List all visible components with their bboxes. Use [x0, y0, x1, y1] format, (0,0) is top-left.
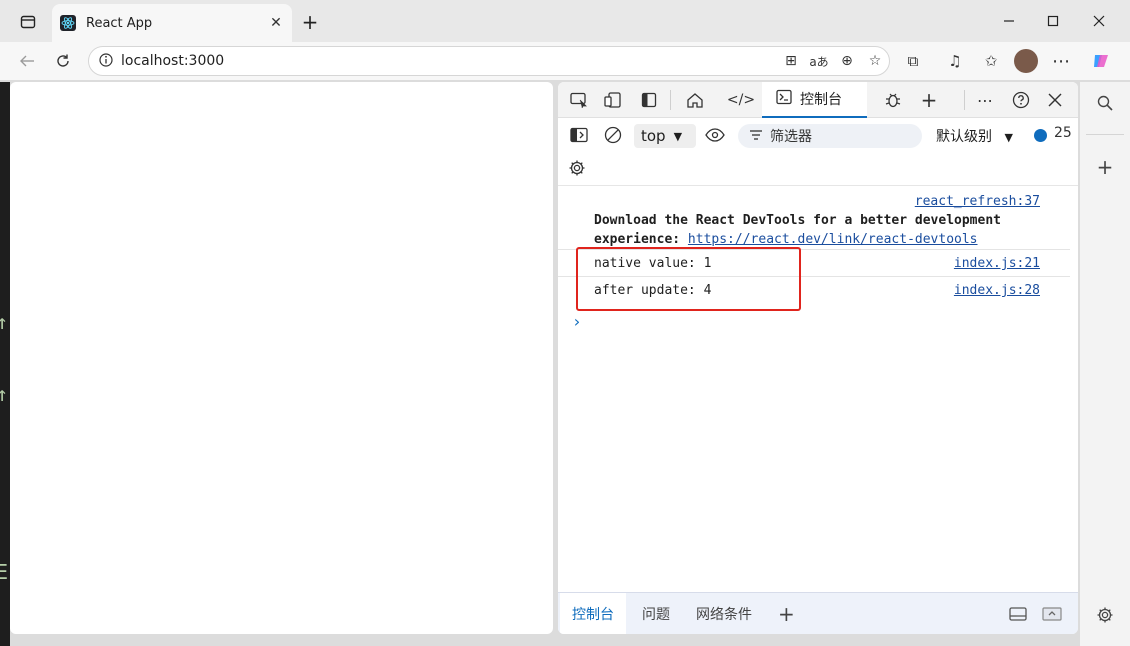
add-sidebar-app-plus-icon[interactable]: + — [1090, 152, 1120, 182]
context-selector[interactable]: top ▼ — [634, 124, 696, 148]
more-tools-plus-icon[interactable]: + — [914, 86, 944, 114]
app-available-icon[interactable]: ⊞ — [777, 53, 805, 69]
browser-tab[interactable]: React App ✕ — [52, 4, 292, 42]
filter-placeholder: 筛选器 — [770, 129, 812, 145]
maximize-icon[interactable] — [1040, 9, 1066, 33]
welcome-home-icon[interactable] — [680, 86, 710, 114]
new-tab-plus-icon[interactable]: + — [298, 9, 322, 35]
dock-drawer-icon[interactable] — [1008, 593, 1028, 634]
drawer-tab-console[interactable]: 控制台 — [560, 593, 626, 634]
back-arrow-icon[interactable] — [12, 46, 42, 76]
chevron-down-icon: ▼ — [673, 129, 683, 143]
console-terminal-icon — [776, 89, 792, 109]
annotation-highlight-box — [576, 247, 801, 311]
live-expression-eye-icon[interactable] — [700, 121, 730, 149]
read-aloud-icon[interactable]: aあ — [805, 53, 833, 70]
sidebar-settings-gear-icon[interactable] — [1090, 600, 1120, 630]
navigation-bar: localhost:3000 ⊞ aあ ⊕ ☆ ⧉ ♫ ✩ ⋯ — [0, 42, 1130, 80]
minimize-icon[interactable] — [996, 9, 1022, 33]
console-settings-gear-icon[interactable] — [562, 154, 592, 182]
devtools-panel: </> 控制台 + ⋯ top ▼ 筛选器 默认级别 ▼ 25 react_re… — [558, 82, 1078, 634]
browser-essentials-icon[interactable]: ♫ — [940, 46, 970, 76]
tab-actions-icon[interactable] — [14, 10, 42, 34]
title-bar: React App ✕ + — [0, 0, 1130, 42]
clear-console-icon[interactable] — [598, 121, 628, 149]
inspect-element-icon[interactable] — [564, 86, 594, 114]
elements-code-icon[interactable]: </> — [726, 86, 756, 114]
devtools-drawer: 控制台 问题 网络条件 + — [558, 592, 1078, 634]
message-source-link[interactable]: index.js:28 — [954, 283, 1040, 298]
console-tab-label: 控制台 — [800, 92, 842, 108]
devtools-more-icon[interactable]: ⋯ — [970, 86, 1000, 114]
divider — [1086, 134, 1124, 135]
filter-icon — [750, 128, 762, 144]
issues-count[interactable]: 25 — [1054, 125, 1072, 141]
copilot-icon[interactable] — [1086, 46, 1116, 76]
browser-window: React App ✕ + localhost:3000 ⊞ aあ ⊕ ☆ ⧉ … — [0, 0, 1130, 646]
message-source-link[interactable]: index.js:21 — [954, 256, 1040, 271]
close-devtools-icon[interactable] — [1040, 86, 1070, 114]
devtools-tab-bar: </> 控制台 + ⋯ — [558, 82, 1078, 118]
device-emulation-icon[interactable] — [598, 86, 628, 114]
page-viewport[interactable] — [10, 82, 553, 634]
divider — [670, 90, 671, 110]
tab-console[interactable]: 控制台 — [762, 82, 867, 118]
react-devtools-link[interactable]: https://react.dev/link/react-devtools — [688, 232, 978, 247]
favorite-star-icon[interactable]: ☆ — [861, 53, 889, 69]
favorites-icon[interactable]: ✩ — [976, 46, 1006, 76]
console-prompt-chevron-icon[interactable]: › — [572, 312, 582, 331]
message-source-link[interactable]: react_refresh:37 — [915, 194, 1040, 209]
help-icon[interactable] — [1006, 86, 1036, 114]
search-icon[interactable] — [1090, 88, 1120, 118]
profile-avatar[interactable] — [1011, 46, 1041, 76]
log-level-label: 默认级别 — [936, 129, 992, 145]
console-toolbar-secondary — [558, 152, 1078, 186]
reload-icon[interactable] — [48, 46, 78, 76]
site-info-icon[interactable] — [99, 52, 113, 71]
background-window-edge: ↑ ↑ E — [0, 82, 10, 646]
message-text-line2: experience: https://react.dev/link/react… — [594, 232, 978, 247]
context-value: top — [641, 127, 666, 145]
browser-sidebar: + — [1080, 82, 1130, 646]
console-toolbar: top ▼ 筛选器 默认级别 ▼ 25 — [558, 118, 1078, 152]
console-message: react_refresh:37 Download the React DevT… — [558, 192, 1070, 250]
issues-message-icon[interactable] — [1034, 129, 1047, 142]
url-text[interactable]: localhost:3000 — [121, 53, 777, 69]
message-text: Download the React DevTools for a better… — [594, 213, 1001, 228]
extensions-icon[interactable]: ⧉ — [898, 46, 928, 76]
zoom-icon[interactable]: ⊕ — [833, 53, 861, 69]
chevron-down-icon: ▼ — [1004, 131, 1013, 144]
filter-input[interactable]: 筛选器 — [738, 124, 922, 148]
react-logo-icon — [60, 15, 76, 31]
address-bar[interactable]: localhost:3000 ⊞ aあ ⊕ ☆ — [88, 46, 890, 76]
tab-title: React App — [86, 15, 153, 31]
divider — [964, 90, 965, 110]
show-sidebar-icon[interactable] — [564, 121, 594, 149]
drawer-tab-issues[interactable]: 问题 — [642, 593, 670, 634]
message-prefix: experience: — [594, 232, 688, 247]
minimize-drawer-icon[interactable] — [1042, 593, 1062, 634]
tab-close-icon[interactable]: ✕ — [264, 15, 288, 31]
sources-bug-icon[interactable] — [878, 86, 908, 114]
more-menu-icon[interactable]: ⋯ — [1046, 46, 1076, 76]
drawer-add-tab-plus-icon[interactable]: + — [778, 593, 795, 634]
drawer-tab-network-conditions[interactable]: 网络条件 — [696, 593, 752, 634]
dock-side-icon[interactable] — [634, 86, 664, 114]
window-close-icon[interactable] — [1086, 9, 1112, 33]
log-level-selector[interactable]: 默认级别 ▼ — [936, 126, 1013, 146]
